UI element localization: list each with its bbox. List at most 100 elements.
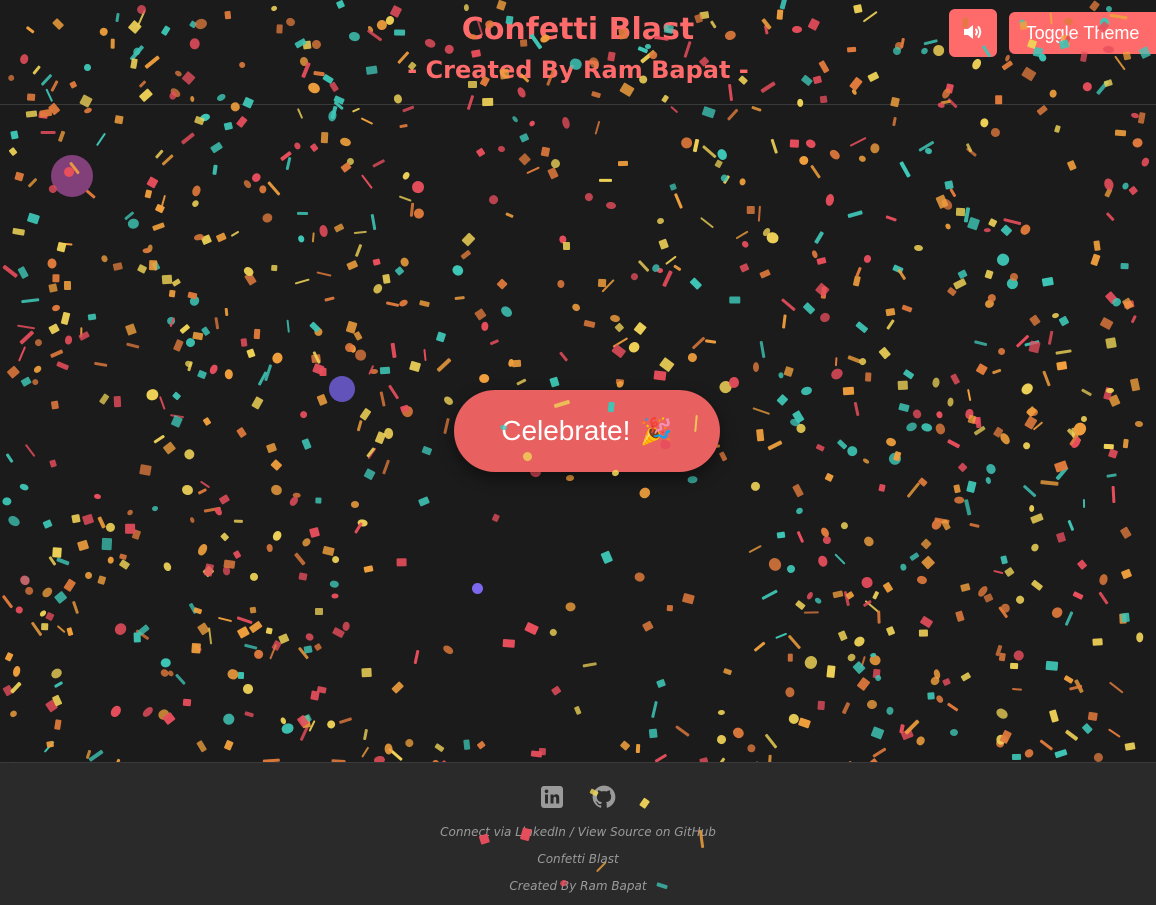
confetti-piece (311, 353, 322, 363)
confetti-piece (400, 405, 410, 413)
confetti-piece (382, 459, 390, 475)
confetti-piece (919, 629, 929, 638)
confetti-piece (312, 350, 321, 364)
confetti-piece (454, 296, 466, 301)
confetti-piece (353, 231, 367, 235)
confetti-piece (846, 445, 859, 458)
confetti-piece (41, 518, 53, 529)
linkedin-icon[interactable] (538, 783, 566, 811)
confetti-piece (345, 320, 358, 334)
confetti-piece (87, 313, 97, 321)
confetti-piece (2, 684, 14, 696)
github-icon[interactable] (590, 783, 618, 811)
confetti-piece (20, 376, 32, 388)
confetti-piece (127, 218, 140, 230)
confetti-piece (757, 205, 762, 222)
confetti-piece (582, 191, 595, 203)
confetti-piece (479, 373, 490, 384)
confetti-piece (999, 730, 1013, 745)
confetti-piece (654, 753, 667, 763)
confetti-piece (371, 214, 378, 231)
confetti-piece (489, 339, 499, 346)
github-source-link[interactable]: View Source on GitHub (578, 825, 716, 839)
confetti-piece (1004, 276, 1020, 291)
confetti-piece (253, 328, 261, 340)
confetti-piece (383, 428, 394, 440)
confetti-piece (1079, 414, 1088, 424)
confetti-piece (967, 414, 977, 425)
confetti-piece (1039, 739, 1054, 751)
confetti-piece (728, 296, 740, 304)
confetti-piece (597, 278, 607, 288)
confetti-piece (565, 601, 576, 611)
confetti-piece (226, 667, 240, 681)
confetti-piece (570, 302, 581, 313)
confetti-orb (472, 583, 483, 594)
confetti-piece (992, 426, 1004, 438)
confetti-piece (39, 110, 49, 119)
celebrate-button[interactable]: Celebrate! 🎉 (454, 390, 720, 472)
confetti-piece (208, 363, 220, 376)
confetti-piece (949, 373, 960, 385)
confetti-piece (1069, 434, 1083, 449)
confetti-piece (249, 606, 257, 614)
confetti-piece (860, 575, 874, 588)
sound-toggle-button[interactable] (949, 9, 997, 57)
confetti-piece (804, 138, 817, 150)
confetti-piece (913, 244, 924, 252)
confetti-piece (309, 320, 321, 332)
confetti-piece (100, 254, 109, 264)
confetti-piece (193, 643, 202, 653)
confetti-piece (236, 616, 253, 625)
confetti-piece (170, 415, 183, 429)
confetti-piece (188, 602, 198, 615)
confetti-piece (970, 415, 981, 426)
confetti-piece (363, 564, 374, 573)
confetti-piece (1029, 512, 1044, 525)
confetti-piece (204, 507, 222, 514)
confetti-piece (600, 550, 613, 565)
confetti-piece (735, 230, 749, 240)
confetti-piece (516, 378, 527, 386)
confetti-piece (778, 372, 785, 379)
confetti-piece (98, 393, 110, 405)
confetti-piece (197, 622, 210, 636)
confetti-piece (1066, 519, 1075, 532)
confetti-piece (993, 569, 1004, 575)
confetti-piece (18, 574, 32, 588)
confetti-piece (460, 249, 472, 260)
confetti-piece (1106, 473, 1117, 479)
confetti-piece (813, 231, 824, 245)
confetti-piece (316, 271, 332, 278)
confetti-piece (242, 178, 253, 189)
confetti-piece (491, 513, 500, 523)
confetti-piece (716, 147, 729, 161)
confetti-piece (76, 539, 89, 551)
confetti-piece (789, 139, 800, 149)
linkedin-link[interactable]: Connect via LinkedIn (440, 825, 566, 839)
confetti-piece (565, 474, 575, 481)
toggle-theme-button[interactable]: Toggle Theme (1009, 12, 1156, 54)
confetti-piece (836, 439, 848, 451)
confetti-piece (134, 629, 150, 641)
confetti-piece (153, 434, 166, 444)
confetti-piece (179, 323, 191, 334)
confetti-piece (1081, 388, 1093, 397)
confetti-piece (759, 268, 771, 279)
confetti-piece (691, 336, 706, 350)
confetti-piece (162, 441, 176, 455)
confetti-piece (190, 184, 202, 197)
confetti-piece (562, 242, 570, 251)
confetti-piece (959, 583, 971, 592)
confetti-piece (23, 585, 35, 597)
confetti-piece (886, 706, 895, 715)
confetti-piece (1132, 136, 1144, 149)
confetti-piece (45, 741, 54, 749)
confetti-piece (651, 701, 659, 719)
confetti-piece (313, 642, 322, 651)
confetti-piece (194, 115, 205, 125)
confetti-piece (782, 315, 787, 329)
confetti-piece (161, 560, 172, 572)
confetti-piece (983, 593, 994, 603)
confetti-piece (385, 301, 399, 307)
